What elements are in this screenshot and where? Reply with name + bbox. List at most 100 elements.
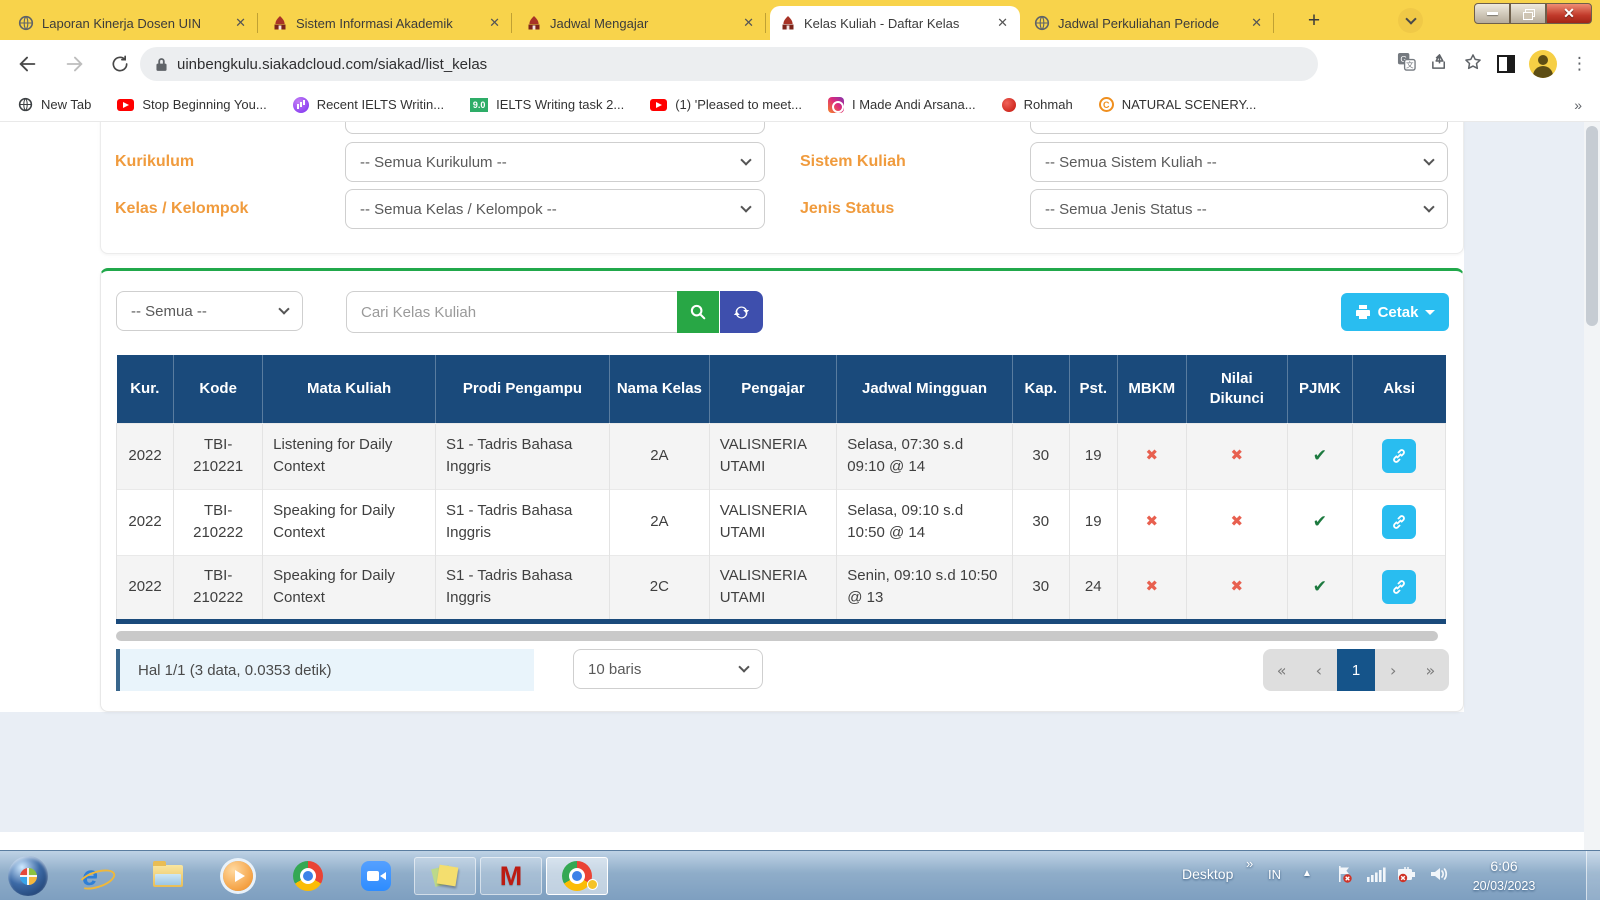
action-center-flag-icon[interactable] <box>1334 864 1354 889</box>
sticky-notes-window-button[interactable] <box>414 857 476 895</box>
side-panel-icon[interactable] <box>1497 55 1515 73</box>
speaker-icon[interactable] <box>1428 864 1450 889</box>
sistem-kuliah-select[interactable]: -- Semua Sistem Kuliah -- <box>1030 142 1448 182</box>
zoom-button[interactable] <box>358 859 394 893</box>
tab-title: Sistem Informasi Akademik <box>296 16 479 31</box>
bookmark-item[interactable]: Stop Beginning You... <box>117 97 266 112</box>
last-page-button[interactable]: » <box>1412 649 1449 691</box>
link-action-button[interactable] <box>1382 439 1416 473</box>
cut-off-select[interactable] <box>1030 122 1448 134</box>
chrome-window-button-active[interactable] <box>546 857 608 895</box>
media-player-icon <box>223 861 253 891</box>
tab-search-chevron-icon[interactable] <box>1398 8 1423 33</box>
horizontal-scrollbar[interactable] <box>116 631 1438 641</box>
bookmark-item[interactable]: Recent IELTS Writin... <box>293 97 444 113</box>
check-icon: ✔ <box>1313 512 1327 532</box>
translate-icon[interactable]: G文 <box>1397 52 1416 76</box>
show-desktop-button[interactable] <box>1586 851 1600 901</box>
media-player-button[interactable] <box>220 859 256 893</box>
tray-expand-icon[interactable]: ▲ <box>1302 868 1312 879</box>
tab-close-icon[interactable]: ✕ <box>487 15 502 31</box>
table-row: 2022 TBI-210222 Speaking for Daily Conte… <box>117 555 1446 621</box>
forward-button[interactable] <box>60 50 88 78</box>
internet-explorer-icon: e <box>82 862 98 890</box>
bookmark-new-tab[interactable]: New Tab <box>18 97 91 112</box>
cross-icon: ✖ <box>1230 512 1243 530</box>
new-tab-button[interactable]: + <box>1300 7 1328 35</box>
reload-button[interactable] <box>106 50 134 78</box>
tab-jadwal-perkuliahan[interactable]: Jadwal Perkuliahan Periode ✕ <box>1024 6 1274 40</box>
language-indicator[interactable]: IN <box>1268 867 1281 882</box>
taskbar-clock[interactable]: 6:06 20/03/2023 <box>1452 856 1556 896</box>
prev-page-button[interactable]: ‹ <box>1300 649 1337 691</box>
check-icon: ✔ <box>1313 446 1327 466</box>
back-button[interactable] <box>14 50 42 78</box>
tab-close-icon[interactable]: ✕ <box>1249 15 1264 31</box>
first-page-button[interactable]: « <box>1263 649 1300 691</box>
search-input[interactable] <box>346 291 677 333</box>
tab-close-icon[interactable]: ✕ <box>233 15 248 31</box>
bookmark-item[interactable]: 9.0 IELTS Writing task 2... <box>470 97 624 112</box>
bookmark-item[interactable]: I Made Andi Arsana... <box>828 97 976 113</box>
globe-icon <box>18 97 33 112</box>
scrollbar-thumb[interactable] <box>1586 126 1598 326</box>
bookmark-item[interactable]: (1) 'Pleased to meet... <box>650 97 802 112</box>
mcafee-icon: M <box>500 863 523 890</box>
browser-scrollbar[interactable] <box>1584 122 1600 850</box>
desktop-toolbar-chevron[interactable]: » <box>1246 856 1253 871</box>
cross-icon: ✖ <box>1145 512 1158 530</box>
tab-kelas-kuliah-active[interactable]: Kelas Kuliah - Daftar Kelas ✕ <box>770 6 1020 40</box>
tab-close-icon[interactable]: ✕ <box>741 15 756 31</box>
jenis-status-select[interactable]: -- Semua Jenis Status -- <box>1030 189 1448 229</box>
tab-title: Kelas Kuliah - Daftar Kelas <box>804 16 987 31</box>
cut-off-select[interactable] <box>345 122 765 134</box>
uin-favicon-icon <box>272 15 288 31</box>
address-bar[interactable]: uinbengkulu.siakadcloud.com/siakad/list_… <box>140 47 1318 81</box>
status-filter-select[interactable]: -- Semua -- <box>116 291 303 331</box>
cross-icon: ✖ <box>1230 577 1243 595</box>
tab-laporan-kinerja[interactable]: Laporan Kinerja Dosen UIN ✕ <box>8 6 258 40</box>
bookmarks-overflow-chevron[interactable]: » <box>1574 97 1582 113</box>
share-icon[interactable] <box>1430 52 1449 76</box>
bookmark-item[interactable]: Rohmah <box>1002 97 1073 112</box>
start-button[interactable] <box>8 856 48 896</box>
file-explorer-button[interactable] <box>150 859 186 893</box>
cross-icon: ✖ <box>1145 446 1158 464</box>
filter-label-kelas-kelompok: Kelas / Kelompok <box>115 200 248 218</box>
minimize-button[interactable] <box>1474 3 1510 24</box>
table-header-row: Kur. Kode Mata Kuliah Prodi Pengampu Nam… <box>117 355 1446 423</box>
ielts-site-icon <box>293 97 309 113</box>
internet-explorer-button[interactable]: e <box>72 859 108 893</box>
link-action-button[interactable] <box>1382 570 1416 604</box>
chrome-button[interactable] <box>290 859 326 893</box>
bookmark-star-icon[interactable] <box>1463 52 1483 77</box>
clock-time: 6:06 <box>1452 856 1556 877</box>
kelas-kelompok-select[interactable]: -- Semua Kelas / Kelompok -- <box>345 189 765 229</box>
tab-jadwal-mengajar[interactable]: Jadwal Mengajar ✕ <box>516 6 766 40</box>
next-page-button[interactable]: › <box>1375 649 1412 691</box>
restore-button[interactable] <box>1510 3 1546 24</box>
youtube-icon <box>650 99 667 111</box>
window-controls: ✕ <box>1474 3 1592 24</box>
mcafee-window-button[interactable]: M <box>480 857 542 895</box>
page-size-select[interactable]: 10 baris <box>573 649 763 689</box>
table-row: 2022 TBI-210222 Speaking for Daily Conte… <box>117 489 1446 555</box>
check-icon: ✔ <box>1313 577 1327 597</box>
power-battery-icon[interactable] <box>1396 864 1418 889</box>
kurikulum-select[interactable]: -- Semua Kurikulum -- <box>345 142 765 182</box>
menu-kebab-icon[interactable]: ⋮ <box>1571 54 1588 74</box>
network-signal-icon[interactable] <box>1366 864 1386 889</box>
desktop-toolbar-label[interactable]: Desktop <box>1182 866 1233 882</box>
filter-label-sistem-kuliah: Sistem Kuliah <box>800 153 906 171</box>
chevron-down-icon <box>1423 201 1434 212</box>
tab-close-icon[interactable]: ✕ <box>995 15 1010 31</box>
close-button[interactable]: ✕ <box>1546 3 1592 24</box>
print-button[interactable]: Cetak <box>1341 293 1449 331</box>
refresh-button[interactable] <box>720 291 763 333</box>
bookmark-item[interactable]: C NATURAL SCENERY... <box>1099 97 1257 112</box>
link-action-button[interactable] <box>1382 505 1416 539</box>
page-1-button[interactable]: 1 <box>1337 649 1374 691</box>
tab-sistem-informasi[interactable]: Sistem Informasi Akademik ✕ <box>262 6 512 40</box>
search-button[interactable] <box>677 291 719 333</box>
profile-avatar[interactable] <box>1529 50 1557 78</box>
